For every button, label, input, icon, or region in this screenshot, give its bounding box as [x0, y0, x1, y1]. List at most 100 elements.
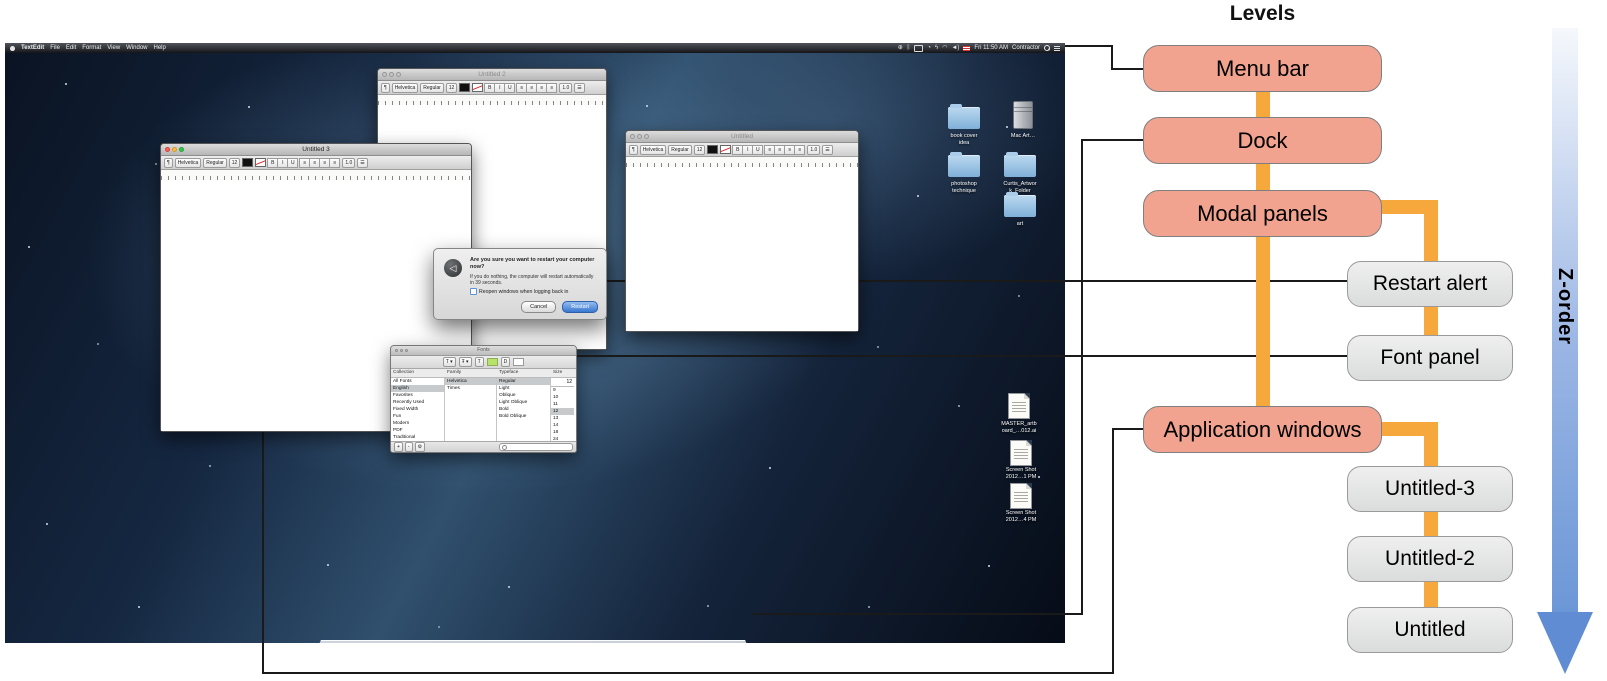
menu-window[interactable]: Window [126, 45, 147, 51]
underline-button[interactable]: U [287, 158, 298, 168]
line-spacing-menu[interactable]: 1.0 [807, 145, 820, 155]
add-collection-button[interactable]: + [394, 442, 403, 452]
restart-button[interactable]: Restart [562, 301, 598, 313]
airplay-display-icon[interactable] [914, 45, 923, 52]
text-color-swatch[interactable] [487, 358, 498, 366]
collection-item[interactable]: PDF [391, 427, 444, 434]
font-family-menu[interactable]: Helvetica [640, 145, 667, 155]
align-right-button[interactable]: ≡ [794, 145, 805, 155]
menu-view[interactable]: View [107, 45, 120, 51]
typeface-item[interactable]: Oblique [497, 392, 550, 399]
background-color-swatch[interactable] [720, 145, 731, 154]
universal-access-icon[interactable]: ⊕ [898, 45, 903, 51]
size-item[interactable]: 14 [551, 422, 574, 429]
family-item[interactable]: Times [445, 385, 496, 392]
collection-item[interactable]: Recently Used [391, 399, 444, 406]
size-item[interactable]: 10 [551, 394, 574, 401]
underline-style-button[interactable]: T ▾ [443, 357, 456, 367]
typeface-item-selected[interactable]: Regular [497, 378, 550, 385]
text-color-button[interactable]: T [475, 357, 484, 367]
document-color-button[interactable]: D [501, 357, 511, 367]
paragraph-style-menu[interactable]: ¶ [164, 158, 173, 168]
font-size-menu[interactable]: 12 [229, 158, 241, 168]
menu-bar-user[interactable]: Contractor [1012, 45, 1040, 51]
typeface-menu[interactable]: Regular [203, 158, 227, 168]
collection-item[interactable]: Fun [391, 413, 444, 420]
menu-file[interactable]: File [50, 45, 60, 51]
desktop-icon-curtis-artwork-folder[interactable]: Curtis_Artwor k_Folder [1004, 155, 1036, 177]
bluetooth-audio-icon[interactable]: ϟ [935, 45, 938, 51]
document-color-swatch[interactable] [513, 358, 524, 366]
text-color-swatch[interactable] [242, 158, 253, 167]
window-titlebar[interactable]: Untitled 3 [161, 144, 471, 156]
time-machine-icon[interactable]: ◔ [927, 45, 931, 51]
font-family-menu[interactable]: Helvetica [392, 83, 419, 93]
text-area[interactable] [626, 167, 858, 331]
font-family-menu[interactable]: Helvetica [175, 158, 202, 168]
window-titlebar[interactable]: Untitled 2 [378, 69, 606, 81]
desktop-icon-mac-art[interactable]: Mac Art… [1013, 101, 1033, 129]
volume-icon[interactable]: ◄) [951, 45, 959, 51]
underline-button[interactable]: U [752, 145, 763, 155]
background-color-swatch[interactable] [255, 158, 266, 167]
family-item-selected[interactable]: Helvetica [445, 378, 496, 385]
font-search-input[interactable] [499, 443, 573, 451]
size-item[interactable]: 11 [551, 401, 574, 408]
spotlight-icon[interactable] [1044, 45, 1050, 51]
list-style-menu[interactable]: ☰ [574, 83, 584, 93]
text-color-swatch[interactable] [707, 145, 718, 154]
collection-item[interactable]: Favorites [391, 392, 444, 399]
reopen-windows-checkbox[interactable] [470, 288, 477, 295]
text-color-swatch[interactable] [459, 83, 470, 92]
typeface-item[interactable]: Light Oblique [497, 399, 550, 406]
collection-item[interactable]: Traditional [391, 434, 444, 441]
typeface-menu[interactable]: Regular [420, 83, 444, 93]
align-right-button[interactable]: ≡ [329, 158, 340, 168]
notification-center-icon[interactable] [1054, 46, 1060, 51]
desktop-icon-screen-shot-4pm[interactable]: Screen Shot 2012…4 PM [1010, 483, 1032, 509]
collection-item[interactable]: Modern [391, 420, 444, 427]
collection-item-selected[interactable]: English [391, 385, 444, 392]
typeface-item[interactable]: Bold [497, 406, 550, 413]
size-value-field[interactable]: 12 [551, 378, 574, 387]
menu-edit[interactable]: Edit [66, 45, 76, 51]
size-item-selected[interactable]: 12 [551, 408, 574, 415]
typeface-menu[interactable]: Regular [668, 145, 692, 155]
desktop-icon-art[interactable]: art [1004, 195, 1036, 217]
paragraph-style-menu[interactable]: ¶ [381, 83, 390, 93]
line-spacing-menu[interactable]: 1.0 [559, 83, 572, 93]
desktop-icon-book-cover-idea[interactable]: book cover idea [948, 107, 980, 129]
input-source-flag-icon[interactable] [963, 46, 970, 51]
size-item[interactable]: 18 [551, 429, 574, 436]
collection-item[interactable]: All Fonts [391, 378, 444, 385]
action-menu-button[interactable]: ⚙ [415, 442, 425, 452]
underline-button[interactable]: U [504, 83, 515, 93]
desktop-icon-photoshop-technique[interactable]: photoshop technique [948, 155, 980, 177]
paragraph-style-menu[interactable]: ¶ [629, 145, 638, 155]
size-item[interactable]: 13 [551, 415, 574, 422]
wifi-icon[interactable]: ◠ [942, 45, 947, 51]
align-right-button[interactable]: ≡ [546, 83, 557, 93]
font-size-menu[interactable]: 12 [446, 83, 458, 93]
apple-menu-icon[interactable] [10, 46, 15, 51]
cancel-button[interactable]: Cancel [521, 301, 556, 313]
line-spacing-menu[interactable]: 1.0 [342, 158, 355, 168]
strikethrough-style-button[interactable]: Ŧ ▾ [459, 357, 472, 367]
size-item[interactable]: 9 [551, 387, 574, 394]
bluetooth-icon[interactable]: ᛒ [907, 45, 911, 51]
fonts-titlebar[interactable]: Fonts [391, 346, 576, 356]
list-style-menu[interactable]: ☰ [357, 158, 367, 168]
list-style-menu[interactable]: ☰ [822, 145, 832, 155]
collection-item[interactable]: Fixed Width [391, 406, 444, 413]
remove-collection-button[interactable]: - [405, 442, 413, 452]
typeface-item[interactable]: Bold Oblique [497, 413, 550, 420]
background-color-swatch[interactable] [472, 83, 483, 92]
app-menu-textedit[interactable]: TextEdit [21, 45, 44, 51]
font-size-menu[interactable]: 12 [694, 145, 706, 155]
menu-help[interactable]: Help [154, 45, 166, 51]
typeface-item[interactable]: Light [497, 385, 550, 392]
desktop-icon-screen-shot-1pm[interactable]: Screen Shot 2012…1 PM [1010, 440, 1032, 466]
window-titlebar[interactable]: Untitled [626, 131, 858, 143]
menu-format[interactable]: Format [82, 45, 101, 51]
desktop-icon-master-artboard[interactable]: MASTER_artb oard_…012.ai [1008, 393, 1030, 419]
